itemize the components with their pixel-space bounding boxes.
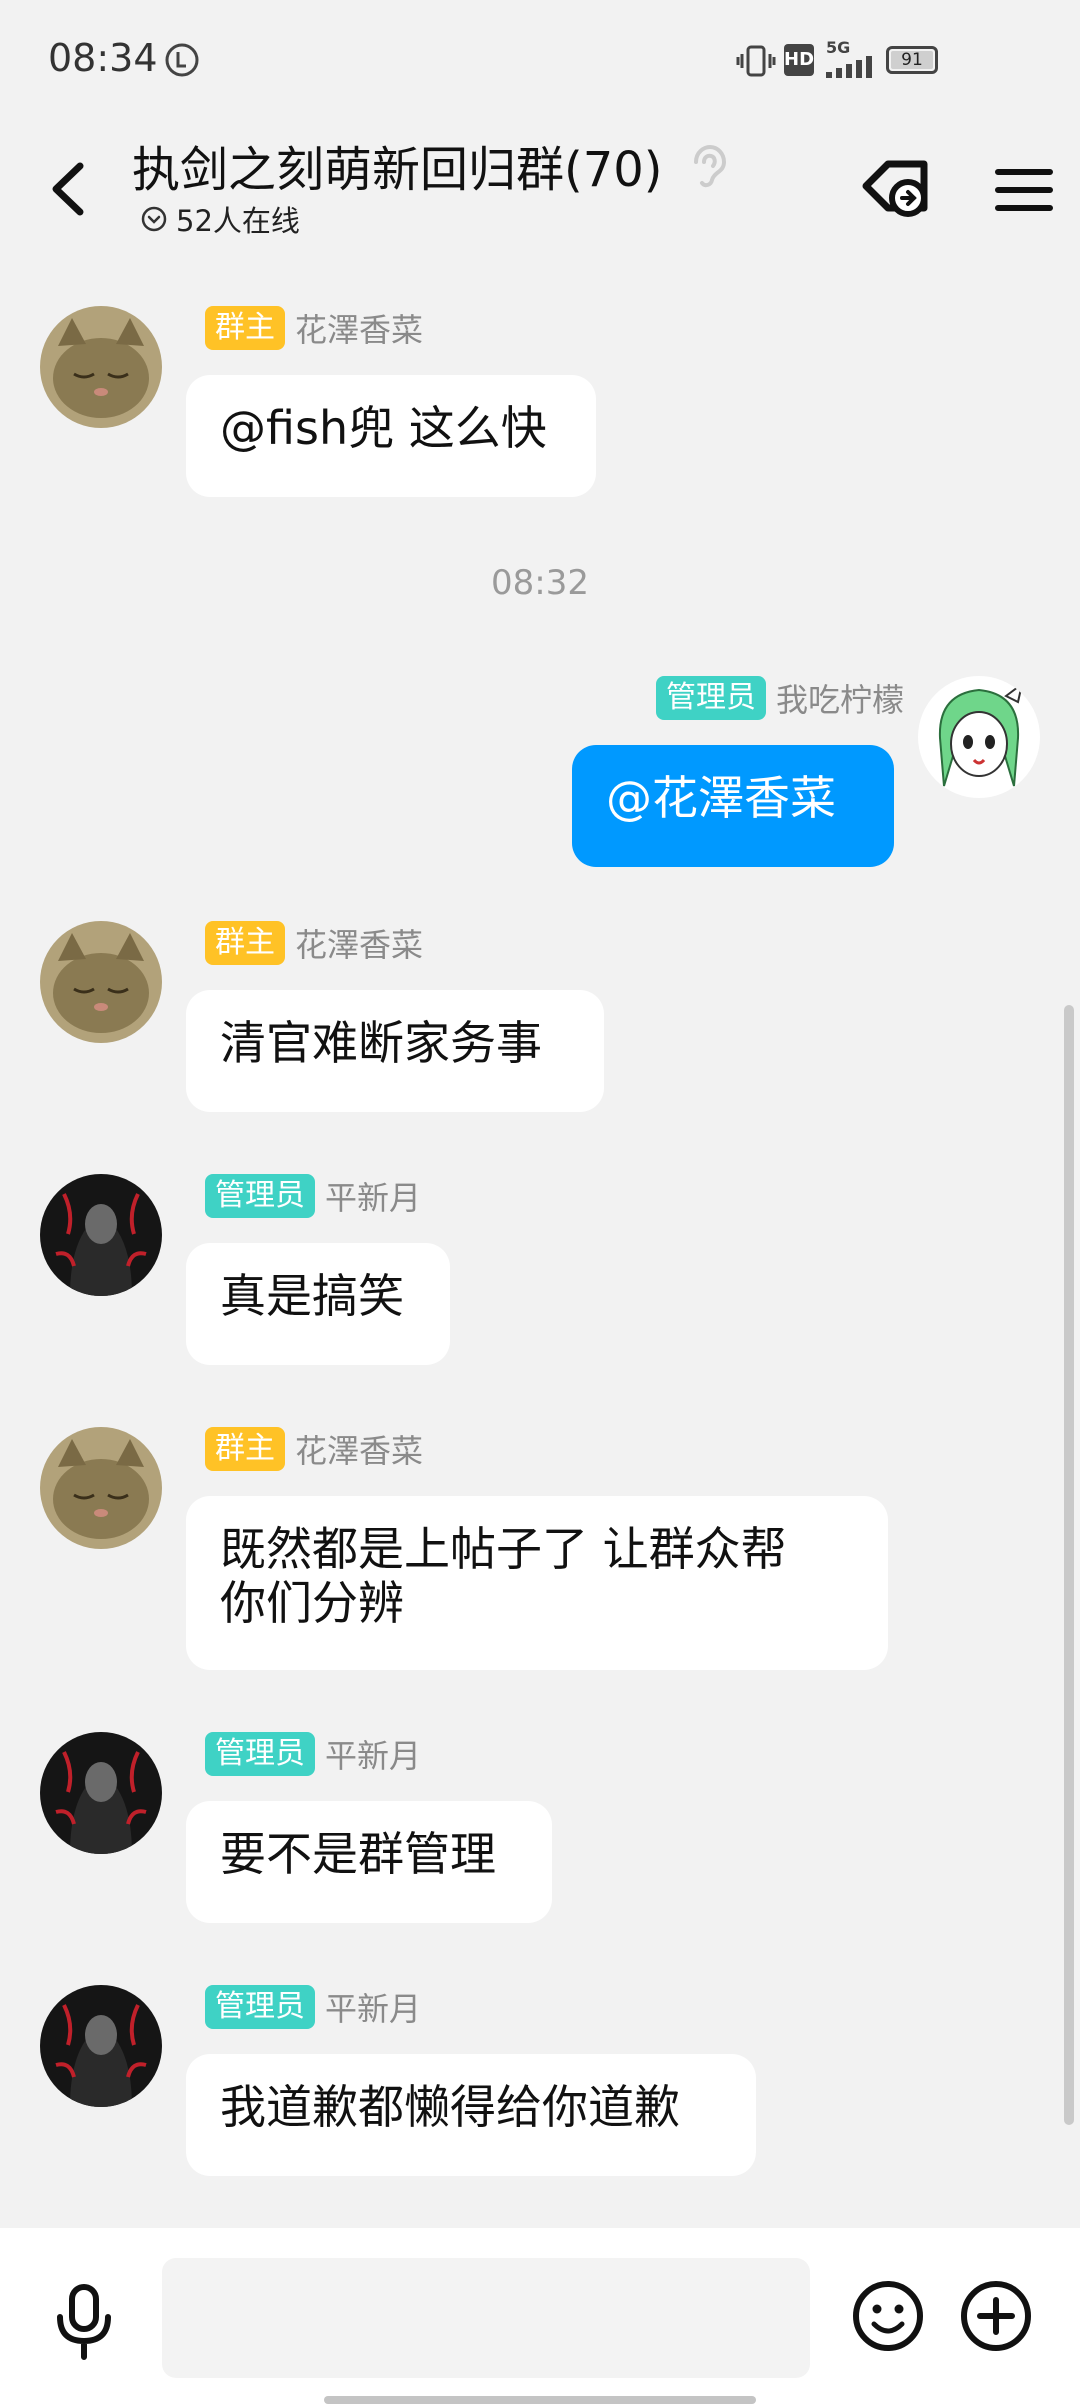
anime-girl-avatar-icon xyxy=(918,676,1040,798)
role-badge: 管理员 xyxy=(205,1732,315,1776)
cat-avatar-icon xyxy=(40,306,162,428)
message-input[interactable] xyxy=(162,2258,810,2378)
role-badge: 管理员 xyxy=(205,1985,315,2029)
message-meta: 群主 花澤香菜 xyxy=(205,921,423,965)
role-badge: 群主 xyxy=(205,921,285,965)
avatar-dark-figure[interactable] xyxy=(40,1732,162,1854)
role-badge: 群主 xyxy=(205,306,285,350)
sender-name[interactable]: 平新月 xyxy=(325,1173,421,1219)
cat-avatar-icon xyxy=(40,921,162,1043)
hd-icon: HD xyxy=(784,44,814,76)
vibrate-icon xyxy=(736,45,776,77)
status-bar: 08:34 HD 5G 91 xyxy=(0,0,1080,120)
avatar-dark-figure[interactable] xyxy=(40,1985,162,2107)
message-bubble[interactable]: 清官难断家务事 xyxy=(186,990,604,1112)
signal-icon xyxy=(826,56,872,78)
sender-name[interactable]: 花澤香菜 xyxy=(295,305,423,351)
message-meta: 群主 花澤香菜 xyxy=(205,1427,423,1471)
chat-header: 执剑之刻萌新回归群(70) 52人在线 xyxy=(0,120,1080,260)
emoji-icon[interactable] xyxy=(850,2278,926,2354)
group-title[interactable]: 执剑之刻萌新回归群(70) xyxy=(132,130,728,200)
message-meta: 群主 花澤香菜 xyxy=(205,306,423,350)
avatar-cat[interactable] xyxy=(40,306,162,428)
back-icon[interactable] xyxy=(40,154,100,224)
sender-name[interactable]: 平新月 xyxy=(325,1984,421,2030)
avatar-dark-figure[interactable] xyxy=(40,1174,162,1296)
cat-avatar-icon xyxy=(40,1427,162,1549)
avatar-self[interactable] xyxy=(918,676,1040,798)
sender-name[interactable]: 平新月 xyxy=(325,1731,421,1777)
dark-figure-avatar-icon xyxy=(40,1732,162,1854)
time-divider: 08:32 xyxy=(491,563,589,603)
message-bubble[interactable]: @fish兜 这么快 xyxy=(186,375,596,497)
role-badge: 管理员 xyxy=(655,676,766,720)
online-count: 52人在线 xyxy=(176,204,300,238)
sender-name[interactable]: 我吃柠檬 xyxy=(776,675,904,721)
add-icon[interactable] xyxy=(958,2278,1034,2354)
message-list[interactable]: 群主 花澤香菜 @fish兜 这么快 08:32 管理员 我吃柠檬 @花澤香菜 xyxy=(0,290,1080,2215)
message-bubble[interactable]: 要不是群管理 xyxy=(186,1801,552,1923)
ear-icon[interactable] xyxy=(686,144,728,188)
data-saver-icon xyxy=(165,43,199,77)
message-bubble[interactable]: 既然都是上帖子了 让群众帮 你们分辨 xyxy=(186,1496,888,1670)
message-bubble[interactable]: 真是搞笑 xyxy=(186,1243,450,1365)
network-label: 5G xyxy=(826,38,851,57)
role-badge: 管理员 xyxy=(205,1174,315,1218)
battery-icon: 91 xyxy=(886,46,938,74)
menu-icon[interactable] xyxy=(984,150,1064,230)
sender-name[interactable]: 花澤香菜 xyxy=(295,920,423,966)
scrollbar[interactable] xyxy=(1064,1005,1074,2125)
message-bubble[interactable]: @花澤香菜 xyxy=(572,745,894,867)
sender-name[interactable]: 花澤香菜 xyxy=(295,1426,423,1472)
group-title-text: 执剑之刻萌新回归群(70) xyxy=(132,142,663,198)
message-meta: 管理员 平新月 xyxy=(205,1732,421,1776)
chevron-down-circle-icon xyxy=(141,206,167,232)
microphone-icon[interactable] xyxy=(48,2283,120,2363)
online-status[interactable]: 52人在线 xyxy=(140,198,300,240)
battery-level: 91 xyxy=(901,50,923,70)
group-tag-icon[interactable] xyxy=(858,150,938,230)
message-meta: 管理员 平新月 xyxy=(205,1174,421,1218)
home-indicator[interactable] xyxy=(324,2396,756,2404)
avatar-cat[interactable] xyxy=(40,1427,162,1549)
dark-figure-avatar-icon xyxy=(40,1985,162,2107)
message-meta: 管理员 平新月 xyxy=(205,1985,421,2029)
avatar-cat[interactable] xyxy=(40,921,162,1043)
dark-figure-avatar-icon xyxy=(40,1174,162,1296)
role-badge: 群主 xyxy=(205,1427,285,1471)
message-bubble[interactable]: 我道歉都懒得给你道歉 xyxy=(186,2054,756,2176)
status-time: 08:34 xyxy=(48,36,158,80)
input-bar xyxy=(0,2228,1080,2408)
message-meta: 管理员 我吃柠檬 xyxy=(655,675,904,721)
